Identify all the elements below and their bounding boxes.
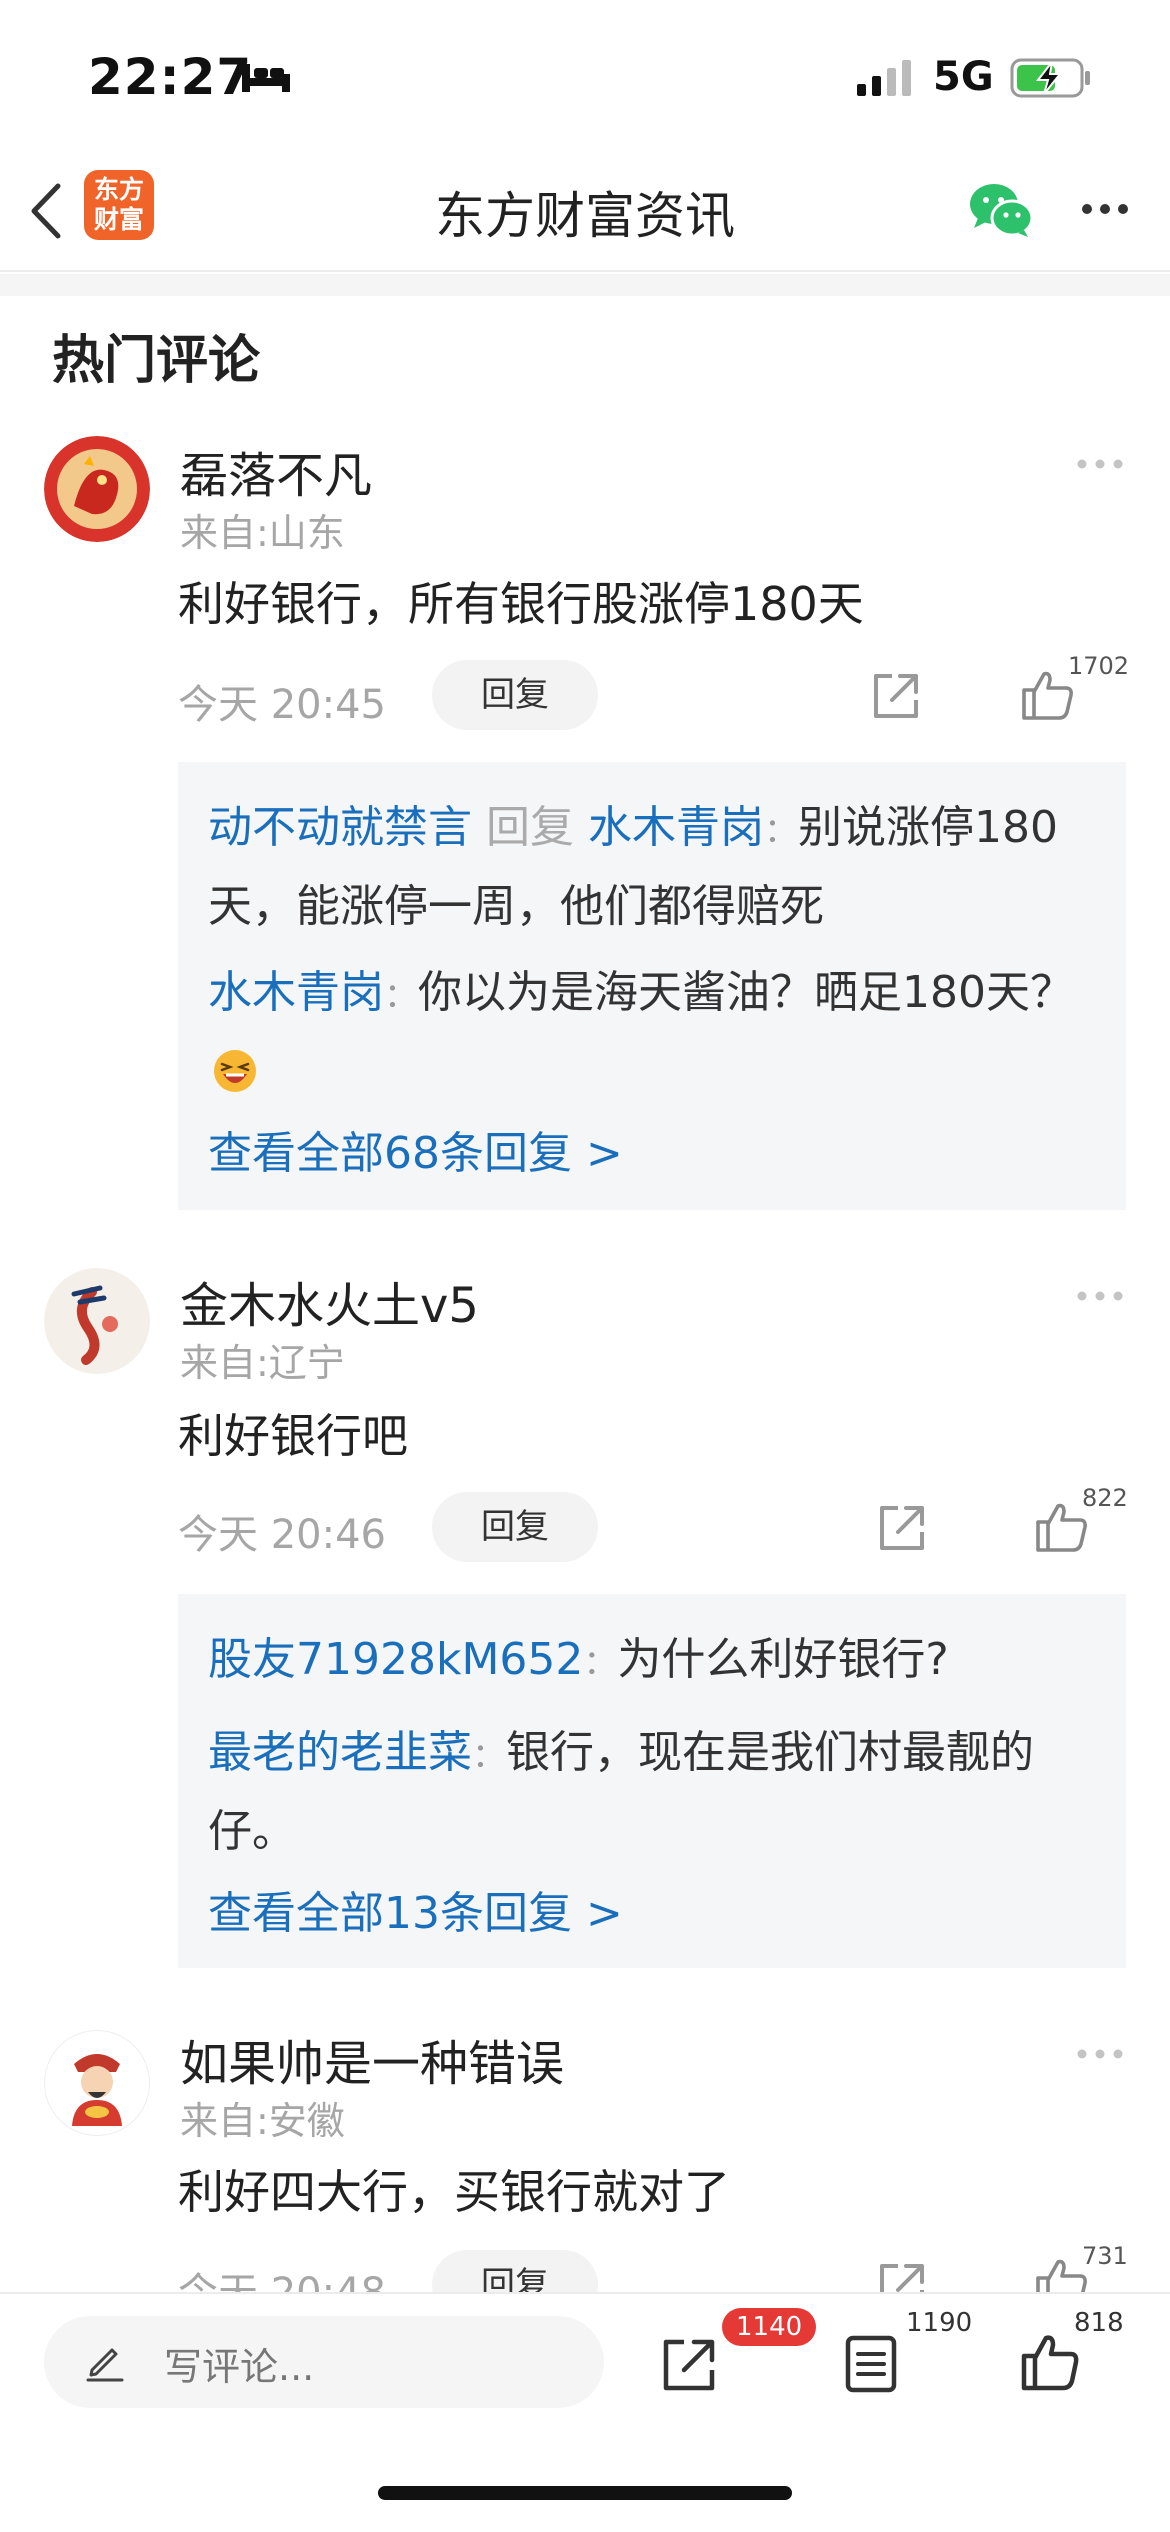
colon-separator: ： xyxy=(384,976,418,1016)
reply-thread: 股友71928kM652：为什么利好银行? 最老的老韭菜：银行，现在是我们村最靓… xyxy=(178,1594,1126,1968)
view-all-replies-link[interactable]: 查看全部13条回复 > xyxy=(208,1874,1096,1954)
share-icon[interactable] xyxy=(870,668,924,722)
comment-count: 1190 xyxy=(906,2308,973,2338)
avatar[interactable] xyxy=(44,2030,150,2136)
comment-username[interactable]: 金木水火土v5 xyxy=(180,1266,479,1336)
reply-username[interactable]: 水木青岗 xyxy=(208,967,384,1018)
pen-icon xyxy=(86,2348,124,2382)
like-count: 1702 xyxy=(1068,652,1130,680)
share-icon[interactable] xyxy=(660,2334,720,2394)
reply-item[interactable]: 动不动就禁言 回复 水木青岗：别说涨停180天，能涨停一周，他们都得赔死 xyxy=(208,790,1096,945)
comment-list-icon[interactable] xyxy=(842,2334,902,2394)
reply-text: 你以为是海天酱油？晒足180天？ xyxy=(418,967,1074,1018)
reply-username[interactable]: 股友71928kM652 xyxy=(208,1634,583,1685)
comment-location: 来自:安徽 xyxy=(180,2099,345,2143)
wechat-share-icon[interactable] xyxy=(968,182,1034,238)
reply-username[interactable]: 最老的老韭菜 xyxy=(208,1727,472,1778)
reply-button[interactable]: 回复 xyxy=(432,1492,598,1562)
comment-username[interactable]: 如果帅是一种错误 xyxy=(180,2024,564,2094)
view-all-replies-link[interactable]: 查看全部68条回复 > xyxy=(208,1114,1096,1194)
reply-item[interactable]: 股友71928kM652：为什么利好银行? xyxy=(208,1622,1096,1701)
comment-placeholder: 写评论... xyxy=(164,2345,315,2389)
comment-more-icon[interactable] xyxy=(1076,2048,1124,2060)
comment-time: 今天 20:45 xyxy=(178,682,386,728)
reply-thread: 动不动就禁言 回复 水木青岗：别说涨停180天，能涨停一周，他们都得赔死 水木青… xyxy=(178,762,1126,1210)
colon-separator: ： xyxy=(472,1736,506,1776)
avatar[interactable] xyxy=(44,1268,150,1374)
reply-username[interactable]: 动不动就禁言 xyxy=(208,802,472,853)
like-icon[interactable] xyxy=(1020,2332,1080,2392)
home-indicator[interactable] xyxy=(378,2486,792,2500)
reply-button[interactable]: 回复 xyxy=(432,660,598,730)
reply-item[interactable]: 水木青岗：你以为是海天酱油？晒足180天？ xyxy=(208,955,1096,1110)
status-time: 22:27 xyxy=(88,48,253,106)
comment-text: 利好银行，所有银行股涨停180天 xyxy=(178,577,864,631)
comment-time: 今天 20:46 xyxy=(178,1512,386,1558)
comment-text: 利好四大行，买银行就对了 xyxy=(178,2165,730,2219)
laughing-emoji-icon xyxy=(214,1050,256,1092)
divider-band xyxy=(0,274,1170,296)
network-label: 5G xyxy=(933,54,994,100)
comment-more-icon[interactable] xyxy=(1076,458,1124,470)
reply-text: 为什么利好银行? xyxy=(617,1634,949,1685)
comment-text: 利好银行吧 xyxy=(178,1409,408,1463)
god-of-wealth-avatar-icon xyxy=(44,2030,150,2136)
comment-location: 来自:山东 xyxy=(180,511,345,555)
comment-input[interactable]: 写评论... xyxy=(44,2316,604,2408)
comment-more-icon[interactable] xyxy=(1076,1290,1124,1302)
section-title: 热门评论 xyxy=(52,331,261,391)
colon-separator: ： xyxy=(583,1643,618,1683)
calligraphy-avatar-icon xyxy=(44,1268,150,1374)
bed-icon xyxy=(242,64,290,92)
dragon-avatar-icon xyxy=(44,436,150,542)
avatar[interactable] xyxy=(44,436,150,542)
like-count: 822 xyxy=(1082,1484,1128,1512)
comment-username[interactable]: 磊落不凡 xyxy=(180,436,372,506)
comment-location: 来自:辽宁 xyxy=(180,1341,345,1385)
nav-bar: 东方 财富 东方财富资讯 xyxy=(0,150,1170,272)
reply-item[interactable]: 最老的老韭菜：银行，现在是我们村最靓的仔。 xyxy=(208,1715,1096,1870)
battery-charging-icon xyxy=(1010,58,1090,98)
like-count: 731 xyxy=(1082,2242,1128,2270)
status-bar: 22:27 5G xyxy=(0,0,1170,150)
more-icon[interactable] xyxy=(1080,202,1130,216)
colon-separator: ： xyxy=(764,811,798,851)
like-count: 818 xyxy=(1074,2308,1124,2338)
reply-verb: 回复 xyxy=(486,802,574,853)
reply-target-username[interactable]: 水木青岗 xyxy=(588,802,764,853)
share-count-badge: 1140 xyxy=(722,2308,817,2346)
signal-icon xyxy=(857,60,911,96)
share-icon[interactable] xyxy=(876,1500,930,1554)
